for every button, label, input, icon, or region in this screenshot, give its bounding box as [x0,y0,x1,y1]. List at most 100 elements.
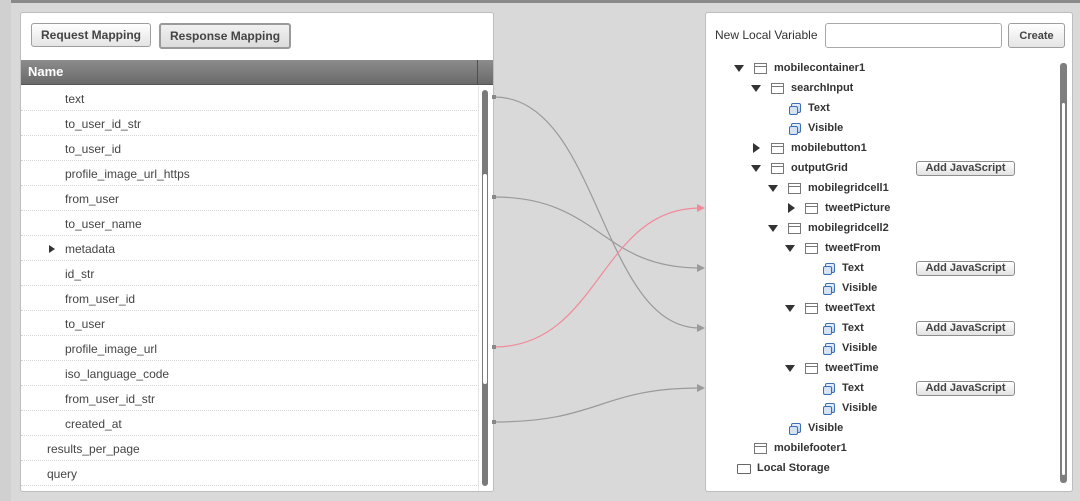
container-icon [805,303,818,314]
tree-node[interactable]: tweetText [706,299,1056,319]
collapse-triangle-icon[interactable] [785,245,795,252]
row-label: profile_image_url [65,342,158,356]
property-icon [789,103,801,115]
table-row[interactable]: from_user_id [21,286,477,311]
tree-node[interactable]: Text [706,99,1056,119]
table-row[interactable]: results_per_page [21,436,477,461]
tree-node-label: Text [842,382,864,394]
property-icon [789,123,801,135]
table-row[interactable]: id_str [21,261,477,286]
container-icon [771,163,784,174]
container-icon [805,243,818,254]
table-row[interactable]: to_user [21,311,477,336]
collapse-triangle-icon[interactable] [768,225,778,232]
scrollbar-thumb-highlight [1062,103,1065,475]
expand-triangle-icon[interactable] [788,203,795,213]
table-row[interactable]: to_user_id [21,136,477,161]
tree-node[interactable]: Visible [706,399,1056,419]
connector-line [493,196,701,269]
tree-node[interactable]: mobilegridcell2 [706,219,1056,239]
connector-line [493,387,701,423]
connector-line-highlighted [493,207,701,348]
tree-node[interactable]: mobilegridcell1 [706,179,1056,199]
collapse-triangle-icon[interactable] [785,365,795,372]
tree-node-label: mobilefooter1 [774,442,847,454]
row-label: results_per_page [47,442,140,456]
table-row[interactable]: text [21,86,477,111]
table-row[interactable]: metadata [21,236,477,261]
row-label: to_user_id_str [65,117,142,131]
tree-node[interactable]: mobilefooter1 [706,439,1056,459]
property-icon [823,403,835,415]
row-label: id_str [65,267,95,281]
collapse-triangle-icon[interactable] [751,165,761,172]
tree-node[interactable]: mobilebutton1 [706,139,1056,159]
response-mapping-button[interactable]: Response Mapping [159,23,292,49]
tree-node-label: Text [842,322,864,334]
property-icon [823,383,835,395]
collapse-triangle-icon[interactable] [785,305,795,312]
collapse-triangle-icon[interactable] [751,85,761,92]
container-icon [788,223,801,234]
grid-header: Name [21,60,493,85]
tree-node[interactable]: mobilecontainer1 [706,59,1056,79]
tree-node-label: mobilegridcell1 [808,182,889,194]
add-javascript-button[interactable]: Add JavaScript [916,161,1015,176]
table-row[interactable]: profile_image_url [21,336,477,361]
property-icon [823,343,835,355]
create-button[interactable]: Create [1008,23,1065,48]
row-label: iso_language_code [65,367,170,381]
collapse-triangle-icon[interactable] [734,65,744,72]
table-row[interactable]: query [21,461,477,486]
name-column-header[interactable]: Name [28,64,63,79]
target-tree: mobilecontainer1 searchInput Text Visibl… [706,59,1056,485]
request-mapping-button[interactable]: Request Mapping [31,23,152,47]
tree-node[interactable]: Visible [706,279,1056,299]
top-border [0,0,1080,3]
add-javascript-button[interactable]: Add JavaScript [916,381,1015,396]
expand-triangle-icon[interactable] [49,245,55,253]
tree-node[interactable]: Text Add JavaScript [706,259,1056,279]
tree-node[interactable]: tweetTime [706,359,1056,379]
add-javascript-button[interactable]: Add JavaScript [916,321,1015,336]
tree-node[interactable]: tweetFrom [706,239,1056,259]
collapse-triangle-icon[interactable] [768,185,778,192]
tree-node[interactable]: searchInput [706,79,1056,99]
connector-line [493,96,701,329]
tree-node[interactable]: Visible [706,419,1056,439]
tree-node-label: Text [808,102,830,114]
container-icon [788,183,801,194]
target-panel: New Local Variable Create mobilecontaine… [705,12,1073,492]
tree-node-label: Text [842,262,864,274]
tree-node[interactable]: outputGrid Add JavaScript [706,159,1056,179]
table-row[interactable]: to_user_name [21,211,477,236]
table-row[interactable]: from_user_id_str [21,386,477,411]
connector-arrow-icon [697,204,705,212]
source-panel: Request Mapping Response Mapping Name te… [20,12,494,492]
tree-node-label: tweetText [825,302,875,314]
tree-node[interactable]: Text Add JavaScript [706,379,1056,399]
source-grid: text to_user_id_str to_user_id profile_i… [21,86,493,491]
table-row[interactable]: profile_image_url_https [21,161,477,186]
table-row[interactable]: iso_language_code [21,361,477,386]
left-border [0,0,11,501]
row-label: to_user [65,317,106,331]
tree-node[interactable]: Visible [706,119,1056,139]
tree-node-label: Visible [842,402,878,414]
connector-arrow-icon [697,264,705,272]
tree-node[interactable]: Visible [706,339,1056,359]
add-javascript-button[interactable]: Add JavaScript [916,261,1015,276]
tree-node-label: tweetTime [825,362,879,374]
table-row[interactable]: created_at [21,411,477,436]
container-icon [771,83,784,94]
row-label: profile_image_url_https [65,167,190,181]
table-row[interactable]: from_user [21,186,477,211]
tree-node[interactable]: Local Storage [706,459,1056,479]
connector-arrow-icon [697,324,705,332]
column-separator [477,60,478,85]
table-row[interactable]: to_user_id_str [21,111,477,136]
tree-node[interactable]: Text Add JavaScript [706,319,1056,339]
tree-node[interactable]: tweetPicture [706,199,1056,219]
new-local-variable-input[interactable] [825,23,1002,48]
expand-triangle-icon[interactable] [753,143,760,153]
